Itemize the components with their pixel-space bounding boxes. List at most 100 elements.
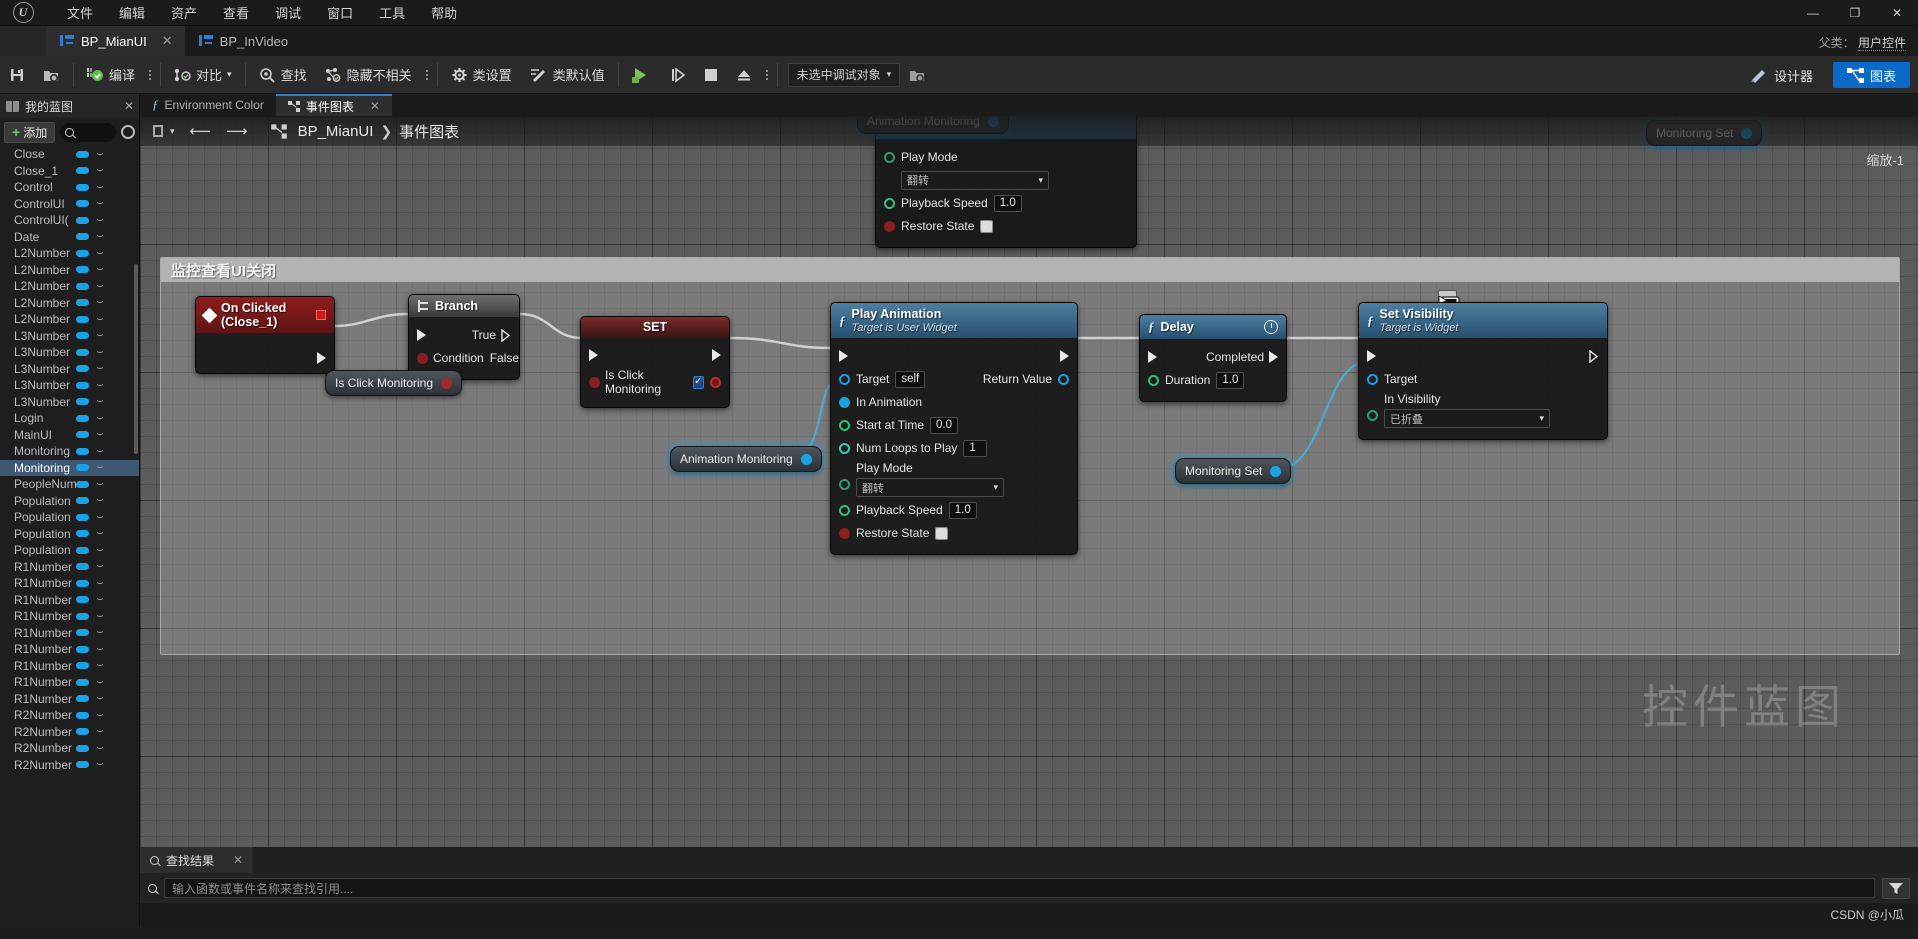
enum-pin-icon[interactable] (884, 151, 895, 163)
variable-list-scrollbar[interactable] (134, 264, 138, 454)
eye-closed-icon[interactable]: ⌣ (93, 511, 107, 523)
eye-closed-icon[interactable]: ⌣ (93, 264, 107, 275)
eye-closed-icon[interactable]: ⌣ (93, 676, 107, 688)
duration-value[interactable]: 1.0 (1216, 371, 1245, 389)
variable-row[interactable]: Population ⌣ (0, 542, 139, 559)
minimize-button[interactable]: — (1792, 0, 1834, 26)
variable-list[interactable]: Close ⌣ Close_1 ⌣ Control ⌣ ControlUI ⌣ ControlU… (0, 146, 139, 927)
variable-type-pill-icon[interactable] (76, 678, 89, 686)
exec-output-pin[interactable] (1589, 349, 1599, 363)
eye-closed-icon[interactable]: ⌣ (93, 627, 107, 638)
object-pin-icon[interactable] (1270, 465, 1282, 477)
debug-browse-button[interactable] (900, 56, 935, 94)
object-pin-icon[interactable] (800, 453, 812, 465)
exec-input-pin[interactable] (839, 350, 848, 362)
eye-closed-icon[interactable]: ⌣ (93, 495, 107, 506)
exec-output-pin[interactable] (1269, 351, 1278, 363)
variable-type-pill-icon[interactable] (76, 183, 89, 191)
float-pin-icon[interactable] (839, 419, 850, 431)
variable-row[interactable]: Monitoring ⌣ (0, 459, 139, 476)
variable-row[interactable]: Population ⌣ (0, 509, 139, 526)
variable-row[interactable]: R1Number ⌣ (0, 559, 139, 576)
close-icon[interactable]: ✕ (370, 99, 380, 113)
menu-window[interactable]: 窗口 (314, 0, 366, 25)
variable-type-pill-icon[interactable] (76, 513, 89, 521)
tab-event-graph[interactable]: 事件图表 ✕ (275, 94, 392, 116)
variable-row[interactable]: R1Number ⌣ (0, 575, 139, 592)
close-icon[interactable]: ✕ (162, 33, 173, 49)
eye-closed-icon[interactable]: ⌣ (93, 231, 107, 242)
eye-closed-icon[interactable]: ⌣ (93, 363, 107, 374)
menu-view[interactable]: 查看 (210, 0, 262, 25)
exec-input-pin[interactable] (1148, 351, 1157, 363)
variable-row[interactable]: R1Number ⌣ (0, 641, 139, 658)
menu-debug[interactable]: 调试 (262, 0, 314, 25)
menu-tools[interactable]: 工具 (366, 0, 418, 25)
asset-tab-bp-invideo[interactable]: BP_InVideo (184, 26, 301, 56)
close-icon[interactable]: ✕ (233, 853, 243, 867)
variable-type-pill-icon[interactable] (76, 662, 89, 670)
find-button[interactable]: 查找 (250, 56, 316, 94)
float-pin-icon[interactable] (884, 197, 895, 209)
blueprint-canvas[interactable]: ▾ ⟵ ⟶ BP_MianUI ❯ 事件图表 缩放-1 Play Mode 翻转… (140, 116, 1918, 847)
event-delegate-pin-icon[interactable] (316, 310, 326, 320)
variable-row[interactable]: L2Number ⌣ (0, 262, 139, 279)
in-visibility-dropdown[interactable]: 已折叠 ▾ (1384, 409, 1550, 428)
variable-row[interactable]: R1Number ⌣ (0, 691, 139, 708)
variable-type-pill-icon[interactable] (76, 414, 89, 422)
variable-row[interactable]: R2Number ⌣ (0, 724, 139, 741)
variable-row[interactable]: Close ⌣ (0, 146, 139, 163)
eye-closed-icon[interactable]: ⌣ (93, 643, 107, 655)
bool-pin-icon[interactable] (839, 527, 850, 539)
eye-closed-icon[interactable]: ⌣ (93, 429, 107, 440)
variable-row[interactable]: ControlUI ⌣ (0, 196, 139, 213)
eye-closed-icon[interactable]: ⌣ (93, 247, 107, 259)
object-pin-icon[interactable] (839, 396, 850, 408)
play-button[interactable] (623, 56, 661, 94)
variable-type-pill-icon[interactable] (76, 480, 89, 488)
variable-type-pill-icon[interactable] (76, 150, 89, 158)
variable-row[interactable]: L2Number ⌣ (0, 278, 139, 295)
eye-closed-icon[interactable]: ⌣ (93, 445, 107, 457)
eye-closed-icon[interactable]: ⌣ (93, 148, 107, 160)
eye-closed-icon[interactable]: ⌣ (93, 742, 107, 754)
is-click-monitoring-checkbox[interactable]: ✓ (692, 375, 704, 389)
menu-edit[interactable]: 编辑 (106, 0, 158, 25)
variable-type-pill-icon[interactable] (76, 563, 89, 571)
target-value[interactable]: self (895, 370, 926, 388)
variable-type-pill-icon[interactable] (76, 530, 89, 538)
eye-closed-icon[interactable]: ⌣ (93, 759, 107, 770)
variable-type-pill-icon[interactable] (76, 233, 89, 241)
eye-closed-icon[interactable]: ⌣ (93, 478, 107, 490)
node-branch[interactable]: Branch True Condition False (408, 294, 520, 380)
menu-help[interactable]: 帮助 (418, 0, 470, 25)
variable-row[interactable]: Date ⌣ (0, 229, 139, 246)
close-window-button[interactable]: ✕ (1876, 0, 1918, 26)
eye-closed-icon[interactable]: ⌣ (93, 330, 107, 341)
variable-row[interactable]: L3Number ⌣ (0, 394, 139, 411)
variable-type-pill-icon[interactable] (76, 711, 89, 719)
exec-output-pin[interactable] (1060, 350, 1069, 362)
menu-file[interactable]: 文件 (54, 0, 106, 25)
comment-title[interactable]: 监控查看UI关闭 (161, 258, 1899, 282)
exec-input-pin[interactable] (417, 329, 426, 341)
node-set-visibility[interactable]: ƒ Set Visibility Target is Widget Target (1358, 302, 1608, 440)
eye-closed-icon[interactable]: ⌣ (93, 577, 107, 589)
eye-closed-icon[interactable]: ⌣ (93, 561, 107, 572)
exec-input-pin[interactable] (1367, 350, 1376, 362)
bool-pin-icon[interactable] (417, 352, 428, 364)
tab-find-results[interactable]: 查找结果 ✕ (140, 847, 254, 873)
play-mode-dropdown[interactable]: 翻转 ▾ (856, 478, 1004, 497)
variable-type-pill-icon[interactable] (76, 398, 89, 406)
variable-row[interactable]: R1Number ⌣ (0, 608, 139, 625)
exec-output-pin-true[interactable] (501, 328, 511, 342)
variable-type-pill-icon[interactable] (76, 579, 89, 587)
enum-pin-icon[interactable] (839, 479, 850, 490)
tab-environment-color[interactable]: ƒ Environment Color (140, 94, 276, 116)
variable-type-pill-icon[interactable] (76, 596, 89, 604)
menu-asset[interactable]: 资产 (158, 0, 210, 25)
variable-row[interactable]: Population ⌣ (0, 526, 139, 543)
variable-row[interactable]: R1Number ⌣ (0, 674, 139, 691)
eye-closed-icon[interactable]: ⌣ (93, 528, 107, 539)
variable-row[interactable]: L3Number ⌣ (0, 328, 139, 345)
